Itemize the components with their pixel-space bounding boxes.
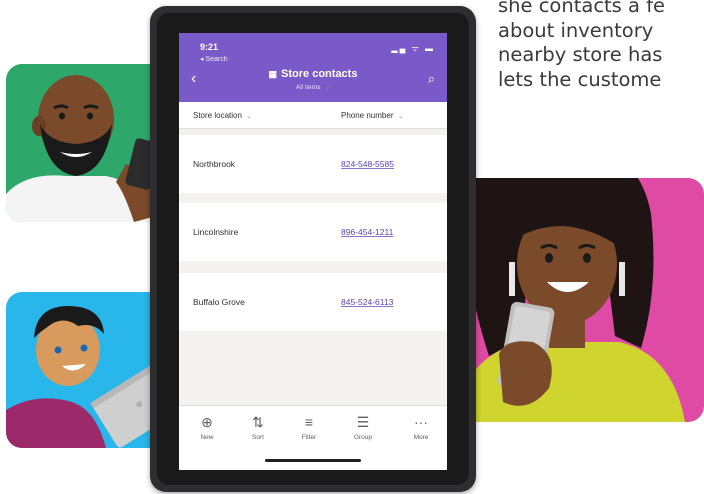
store-location: Lincolnshire	[193, 227, 239, 237]
sort-button[interactable]: ⇅ Sort	[238, 414, 278, 441]
more-button[interactable]: ··· More	[401, 414, 441, 441]
plus-circle-icon: ⊕	[201, 414, 213, 430]
list-title: ▦ Store contacts	[179, 68, 447, 80]
new-button[interactable]: ⊕ New	[187, 414, 227, 441]
view-selector[interactable]: All items ⌄	[179, 83, 447, 91]
group-label: Group	[353, 434, 373, 441]
group-icon: ☰	[356, 414, 370, 430]
group-button[interactable]: ☰ Group	[343, 414, 383, 441]
column-headers: Store location ⌄ Phone number ⌄	[179, 102, 447, 129]
list-item[interactable]: Lincolnshire 896-454-1211	[179, 203, 447, 261]
filter-label: Filter	[301, 434, 317, 441]
chevron-down-icon: ⌄	[324, 84, 331, 91]
column-header-phone-number[interactable]: Phone number ⌄	[341, 111, 404, 120]
list-item[interactable]: Buffalo Grove 845-524-6113	[179, 273, 447, 331]
caption-line: nearby store has	[498, 43, 663, 66]
app-header: 9:21 ◂ Search ▂▄ ᯤ ▬ ‹ ▦ Store contacts A…	[179, 33, 447, 102]
list-item[interactable]: Northbrook 824-548-5585	[179, 135, 447, 193]
phone-link[interactable]: 896-454-1211	[341, 227, 393, 237]
filter-button[interactable]: ≡ Filter	[289, 414, 329, 441]
caption-line: about inventory	[498, 18, 654, 42]
phone-link[interactable]: 824-548-5585	[341, 159, 394, 169]
filter-icon: ≡	[304, 414, 314, 430]
new-label: New	[200, 434, 214, 441]
status-icons: ▂▄ ᯤ ▬	[391, 44, 435, 53]
search-icon[interactable]: ⌕	[428, 71, 435, 87]
back-to-search-link[interactable]: ◂ Search	[200, 55, 228, 63]
column-header-store-location[interactable]: Store location ⌄	[193, 111, 252, 120]
view-label: All items	[295, 84, 321, 91]
page-title: Store contacts	[281, 68, 358, 80]
caption-line: lets the custome	[498, 67, 662, 91]
command-toolbar: ⊕ New ⇅ Sort ≡ Filter ☰ Group ··· More	[179, 405, 447, 470]
column-header-label: Phone number	[341, 111, 394, 120]
sort-icon: ⇅	[252, 414, 264, 430]
more-icon: ···	[414, 414, 428, 430]
caption-text: she contacts a fe about inventory nearby…	[498, 0, 704, 92]
caption-line: she contacts a fe	[498, 0, 666, 17]
store-location: Northbrook	[193, 159, 236, 169]
chevron-down-icon: ⌄	[246, 113, 253, 120]
phone-link[interactable]: 845-524-6113	[341, 297, 393, 307]
home-indicator	[265, 459, 361, 462]
list-icon: ▦	[268, 69, 278, 79]
more-label: More	[413, 434, 429, 441]
column-header-label: Store location	[193, 111, 242, 120]
store-location: Buffalo Grove	[193, 297, 245, 307]
app-screen: 9:21 ◂ Search ▂▄ ᯤ ▬ ‹ ▦ Store contacts A…	[179, 33, 447, 470]
status-time: 9:21	[200, 42, 219, 52]
chevron-down-icon: ⌄	[397, 113, 404, 120]
sort-label: Sort	[252, 434, 264, 441]
